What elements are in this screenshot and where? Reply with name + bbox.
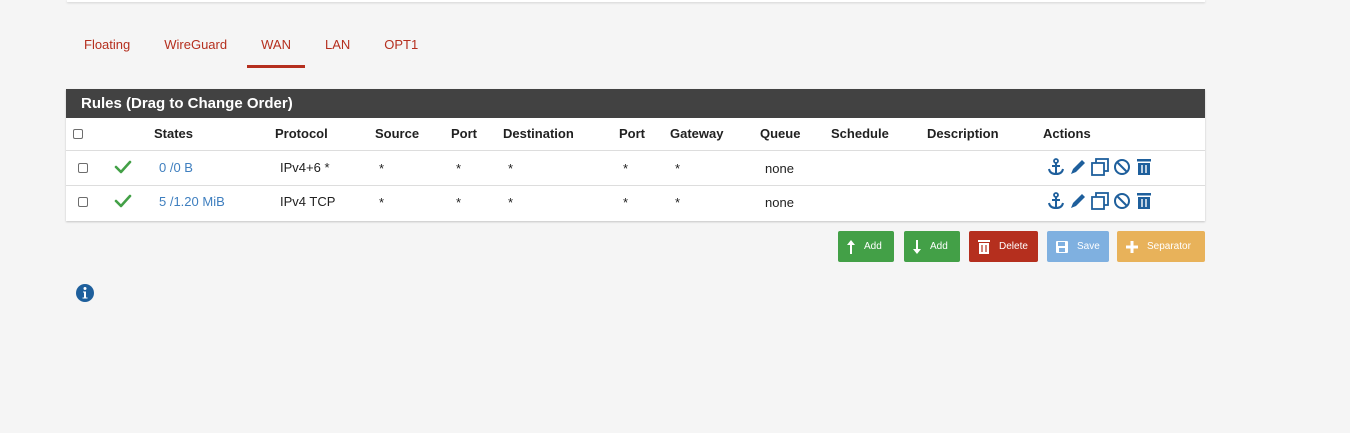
port-cell: *: [456, 161, 462, 176]
row-checkbox[interactable]: [78, 163, 88, 173]
add-rule-bottom-button[interactable]: Add: [904, 231, 960, 262]
pencil-icon[interactable]: [1068, 191, 1088, 211]
col-port[interactable]: Port: [451, 126, 477, 141]
panel-title: Rules (Drag to Change Order): [66, 89, 1205, 118]
copy-icon[interactable]: [1090, 157, 1110, 177]
col-destination[interactable]: Destination: [503, 126, 574, 141]
add-top-label: Add: [864, 241, 882, 252]
states-link[interactable]: 0 /0 B: [159, 160, 193, 175]
port2-cell: *: [623, 161, 629, 176]
trash-icon[interactable]: [1134, 191, 1154, 211]
queue-cell: none: [765, 161, 794, 176]
row-actions: [1046, 157, 1154, 177]
row-actions: [1046, 191, 1154, 211]
interface-tabs: Floating WireGuard WAN LAN OPT1: [70, 24, 438, 70]
tab-lan[interactable]: LAN: [311, 24, 364, 68]
anchor-icon[interactable]: [1046, 191, 1066, 211]
pass-check-icon: [114, 159, 132, 175]
col-queue[interactable]: Queue: [760, 126, 800, 141]
source-cell: *: [379, 195, 385, 210]
col-states[interactable]: States: [154, 126, 193, 141]
pass-check-icon: [114, 193, 132, 209]
plus-icon: [1126, 240, 1138, 253]
rules-panel: Rules (Drag to Change Order) States Prot…: [66, 89, 1205, 221]
pencil-icon[interactable]: [1068, 157, 1088, 177]
trash-icon: [978, 239, 990, 254]
gateway-cell: *: [675, 195, 681, 210]
destination-cell: *: [508, 161, 514, 176]
floppy-icon: [1056, 240, 1068, 253]
top-panel: [67, 0, 1205, 2]
ban-icon[interactable]: [1112, 191, 1132, 211]
col-actions: Actions: [1043, 126, 1091, 141]
col-gateway[interactable]: Gateway: [670, 126, 723, 141]
divider: [66, 185, 1205, 186]
col-description[interactable]: Description: [927, 126, 999, 141]
tab-floating[interactable]: Floating: [70, 24, 144, 68]
protocol-cell: IPv4 TCP: [280, 194, 336, 209]
port2-cell: *: [623, 195, 629, 210]
col-port2[interactable]: Port: [619, 126, 645, 141]
tab-wireguard[interactable]: WireGuard: [150, 24, 241, 68]
tab-wan[interactable]: WAN: [247, 24, 305, 68]
col-schedule[interactable]: Schedule: [831, 126, 889, 141]
add-bottom-label: Add: [930, 241, 948, 252]
gateway-cell: *: [675, 161, 681, 176]
info-icon[interactable]: [75, 283, 95, 308]
copy-icon[interactable]: [1090, 191, 1110, 211]
protocol-cell: IPv4+6 *: [280, 160, 330, 175]
divider: [66, 150, 1205, 151]
arrow-up-icon: [847, 239, 855, 254]
delete-button[interactable]: Delete: [969, 231, 1038, 262]
states-link[interactable]: 5 /1.20 MiB: [159, 194, 225, 209]
save-button[interactable]: Save: [1047, 231, 1109, 262]
separator-button[interactable]: Separator: [1117, 231, 1205, 262]
arrow-down-icon: [913, 239, 921, 254]
queue-cell: none: [765, 195, 794, 210]
separator-label: Separator: [1147, 241, 1191, 252]
ban-icon[interactable]: [1112, 157, 1132, 177]
col-protocol[interactable]: Protocol: [275, 126, 328, 141]
trash-icon[interactable]: [1134, 157, 1154, 177]
port-cell: *: [456, 195, 462, 210]
destination-cell: *: [508, 195, 514, 210]
tab-opt1[interactable]: OPT1: [370, 24, 432, 68]
add-rule-top-button[interactable]: Add: [838, 231, 894, 262]
anchor-icon[interactable]: [1046, 157, 1066, 177]
select-all-checkbox[interactable]: [73, 129, 83, 139]
delete-label: Delete: [999, 241, 1028, 252]
source-cell: *: [379, 161, 385, 176]
save-label: Save: [1077, 241, 1100, 252]
row-checkbox[interactable]: [78, 197, 88, 207]
col-source[interactable]: Source: [375, 126, 419, 141]
